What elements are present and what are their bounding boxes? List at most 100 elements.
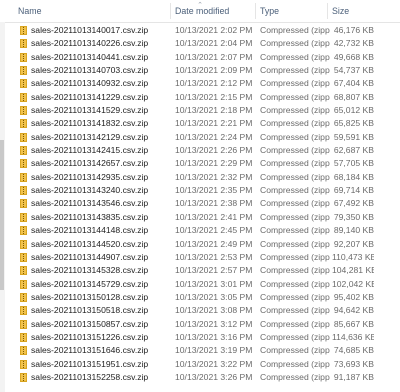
- file-date-modified: 10/13/2021 2:15 PM: [175, 91, 253, 102]
- file-row[interactable]: sales-20211013142129.csv.zip 10/13/2021 2…: [0, 131, 400, 144]
- file-type: Compressed (zipp...: [260, 118, 330, 129]
- zip-folder-icon: [20, 52, 27, 62]
- zip-folder-icon: [20, 306, 27, 316]
- file-name: sales-20211013151226.csv.zip: [31, 331, 149, 342]
- file-type: Compressed (zipp...: [260, 91, 330, 102]
- file-name: sales-20211013144907.csv.zip: [31, 251, 149, 262]
- file-date-modified: 10/13/2021 2:24 PM: [175, 131, 253, 142]
- zip-folder-icon: [20, 239, 27, 249]
- file-row[interactable]: sales-20211013144148.csv.zip 10/13/2021 2…: [0, 224, 400, 237]
- file-size: 42,732 KB: [333, 38, 374, 49]
- file-name: sales-20211013140441.csv.zip: [31, 51, 149, 62]
- file-row[interactable]: sales-20211013151226.csv.zip 10/13/2021 3…: [0, 331, 400, 344]
- file-row[interactable]: sales-20211013143835.csv.zip 10/13/2021 2…: [0, 211, 400, 224]
- file-size: 59,591 KB: [333, 131, 374, 142]
- file-type: Compressed (zipp...: [260, 331, 330, 342]
- file-type: Compressed (zipp...: [260, 105, 330, 116]
- zip-folder-icon: [20, 186, 27, 196]
- file-date-modified: 10/13/2021 2:21 PM: [175, 118, 253, 129]
- file-size: 92,207 KB: [333, 238, 374, 249]
- file-type: Compressed (zipp...: [260, 371, 330, 382]
- file-size: 62,687 KB: [333, 145, 374, 156]
- zip-folder-icon: [20, 359, 27, 369]
- file-row[interactable]: sales-20211013142935.csv.zip 10/13/2021 2…: [0, 171, 400, 184]
- file-date-modified: 10/13/2021 3:01 PM: [175, 278, 253, 289]
- column-divider[interactable]: [170, 3, 171, 19]
- file-date-modified: 10/13/2021 3:22 PM: [175, 358, 253, 369]
- file-row[interactable]: sales-20211013142415.csv.zip 10/13/2021 2…: [0, 144, 400, 157]
- file-row[interactable]: sales-20211013145328.csv.zip 10/13/2021 2…: [0, 264, 400, 277]
- file-row[interactable]: sales-20211013144907.csv.zip 10/13/2021 2…: [0, 251, 400, 264]
- file-date-modified: 10/13/2021 2:12 PM: [175, 78, 253, 89]
- file-row[interactable]: sales-20211013140017.csv.zip 10/13/2021 2…: [0, 24, 400, 37]
- zip-folder-icon: [20, 319, 27, 329]
- column-divider[interactable]: [255, 3, 256, 19]
- zip-folder-icon: [20, 172, 27, 182]
- file-name: sales-20211013142657.csv.zip: [31, 158, 149, 169]
- zip-folder-icon: [20, 79, 27, 89]
- zip-folder-icon: [20, 332, 27, 342]
- file-size: 95,402 KB: [333, 291, 374, 302]
- file-size: 110,473 KB: [332, 251, 374, 262]
- file-type: Compressed (zipp...: [260, 65, 330, 76]
- file-row[interactable]: sales-20211013151951.csv.zip 10/13/2021 3…: [0, 358, 400, 371]
- file-name: sales-20211013145729.csv.zip: [31, 278, 149, 289]
- file-name: sales-20211013143546.csv.zip: [31, 198, 149, 209]
- file-type: Compressed (zipp...: [260, 25, 330, 35]
- file-row[interactable]: sales-20211013150128.csv.zip 10/13/2021 3…: [0, 291, 400, 304]
- zip-folder-icon: [20, 66, 27, 76]
- file-row[interactable]: sales-20211013143240.csv.zip 10/13/2021 2…: [0, 184, 400, 197]
- file-row[interactable]: sales-20211013152258.csv.zip 10/13/2021 3…: [0, 371, 400, 384]
- file-row[interactable]: sales-20211013140226.csv.zip 10/13/2021 2…: [0, 37, 400, 50]
- file-name: sales-20211013140226.csv.zip: [31, 38, 149, 49]
- zip-folder-icon: [20, 346, 27, 356]
- file-name: sales-20211013141832.csv.zip: [31, 118, 149, 129]
- file-size: 67,404 KB: [333, 78, 374, 89]
- column-header-type[interactable]: Type: [260, 0, 279, 22]
- file-name: sales-20211013140932.csv.zip: [31, 78, 149, 89]
- file-row[interactable]: sales-20211013142657.csv.zip 10/13/2021 2…: [0, 157, 400, 170]
- file-row[interactable]: sales-20211013143546.csv.zip 10/13/2021 2…: [0, 197, 400, 210]
- column-header-date-modified[interactable]: Date modified: [175, 0, 229, 22]
- file-size: 67,492 KB: [333, 198, 374, 209]
- file-row[interactable]: sales-20211013145729.csv.zip 10/13/2021 3…: [0, 278, 400, 291]
- file-row[interactable]: sales-20211013140932.csv.zip 10/13/2021 2…: [0, 77, 400, 90]
- file-size: 74,685 KB: [333, 345, 374, 356]
- file-size: 104,281 KB: [332, 265, 374, 276]
- file-row[interactable]: sales-20211013144520.csv.zip 10/13/2021 2…: [0, 238, 400, 251]
- zip-folder-icon: [20, 26, 27, 35]
- file-row[interactable]: sales-20211013151646.csv.zip 10/13/2021 3…: [0, 344, 400, 357]
- file-size: 49,668 KB: [333, 51, 374, 62]
- file-date-modified: 10/13/2021 3:12 PM: [175, 318, 253, 329]
- zip-folder-icon: [20, 92, 27, 102]
- file-name: sales-20211013143835.csv.zip: [31, 211, 149, 222]
- file-row[interactable]: sales-20211013140703.csv.zip 10/13/2021 2…: [0, 64, 400, 77]
- file-type: Compressed (zipp...: [260, 305, 330, 316]
- file-row[interactable]: sales-20211013140441.csv.zip 10/13/2021 2…: [0, 51, 400, 64]
- column-header-size[interactable]: Size: [332, 0, 349, 22]
- file-type: Compressed (zipp...: [260, 345, 330, 356]
- zip-folder-icon: [20, 252, 27, 262]
- file-row[interactable]: sales-20211013150857.csv.zip 10/13/2021 3…: [0, 318, 400, 331]
- zip-folder-icon: [20, 146, 27, 156]
- column-header: ⌃ Name Date modified Type Size: [0, 0, 400, 23]
- zip-folder-icon: [20, 39, 27, 49]
- file-row[interactable]: sales-20211013141229.csv.zip 10/13/2021 2…: [0, 91, 400, 104]
- file-date-modified: 10/13/2021 2:57 PM: [175, 265, 253, 276]
- column-header-name[interactable]: Name: [18, 0, 41, 22]
- zip-folder-icon: [20, 292, 27, 302]
- file-date-modified: 10/13/2021 2:38 PM: [175, 198, 253, 209]
- file-row[interactable]: sales-20211013141529.csv.zip 10/13/2021 2…: [0, 104, 400, 117]
- file-date-modified: 10/13/2021 3:19 PM: [175, 345, 253, 356]
- file-type: Compressed (zipp...: [260, 198, 330, 209]
- file-date-modified: 10/13/2021 2:29 PM: [175, 158, 253, 169]
- file-row[interactable]: sales-20211013141832.csv.zip 10/13/2021 2…: [0, 117, 400, 130]
- column-divider[interactable]: [327, 3, 328, 19]
- file-date-modified: 10/13/2021 3:16 PM: [175, 331, 253, 342]
- file-name: sales-20211013141529.csv.zip: [31, 105, 149, 116]
- file-date-modified: 10/13/2021 3:05 PM: [175, 291, 253, 302]
- file-row[interactable]: sales-20211013150518.csv.zip 10/13/2021 3…: [0, 304, 400, 317]
- zip-folder-icon: [20, 372, 27, 382]
- file-type: Compressed (zipp...: [260, 38, 330, 49]
- file-date-modified: 10/13/2021 2:09 PM: [175, 65, 253, 76]
